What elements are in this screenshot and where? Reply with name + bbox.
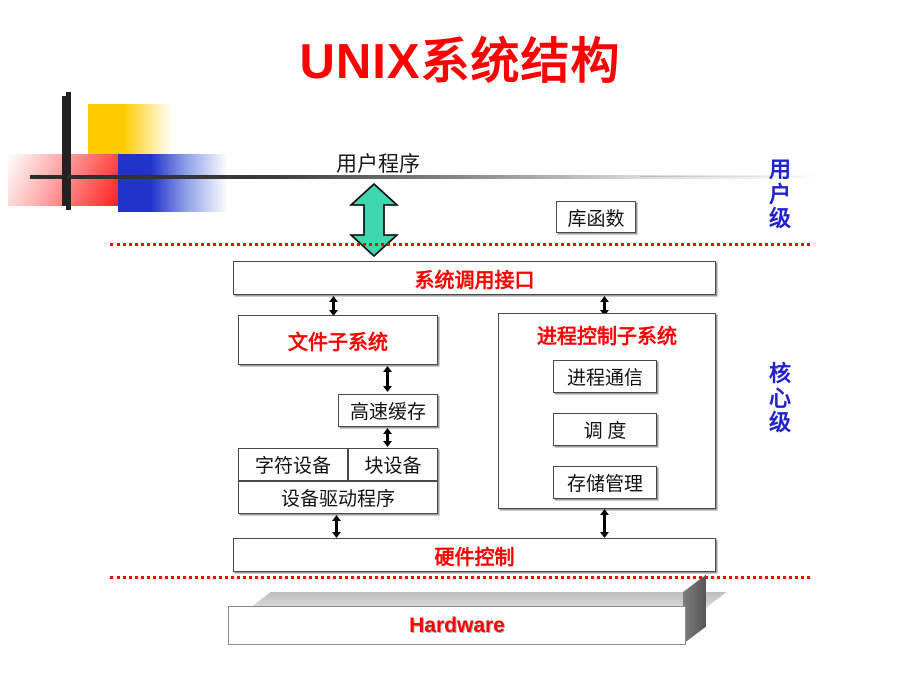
user-level-separator: [110, 243, 810, 246]
black-double-arrow-icon: [330, 515, 343, 538]
black-double-arrow-icon: [598, 509, 611, 538]
hardware-block: Hardware: [228, 574, 728, 648]
system-call-interface-box: 系统调用接口: [233, 261, 716, 295]
cache-box: 高速缓存: [338, 394, 438, 427]
file-subsystem-box: 文件子系统: [238, 315, 438, 365]
page-title: UNIX系统结构: [299, 35, 621, 89]
device-driver-box: 设备驱动程序: [238, 481, 438, 514]
slide-canvas: UNIX系统结构 用户程序 库函数 用 户 级 核 心 级 系统调用接口 文件子…: [0, 0, 920, 690]
hardware-control-box: 硬件控制: [233, 538, 716, 572]
kernel-level-char-2: 心: [768, 385, 791, 411]
scheduling-box: 调 度: [553, 413, 657, 446]
user-level-char-3: 级: [768, 206, 791, 232]
hardware-block-front-face: Hardware: [228, 606, 686, 645]
memory-management-box: 存储管理: [553, 466, 657, 499]
kernel-level-char-1: 核: [768, 361, 791, 386]
kernel-level-char-3: 级: [768, 410, 791, 436]
library-functions-box: 库函数: [556, 201, 636, 233]
kernel-level-label: 核 心 级: [765, 361, 795, 436]
header-rule-tick: [62, 96, 67, 206]
hardware-label: Hardware: [409, 613, 505, 637]
process-communication-box: 进程通信: [553, 360, 657, 393]
header-rule-tail: [640, 176, 825, 177]
user-level-label: 用 户 级: [765, 157, 795, 232]
deco-blue-square: [118, 154, 228, 212]
decorative-color-blocks-icon: [8, 92, 228, 212]
user-level-char-2: 户: [768, 181, 791, 207]
black-double-arrow-icon: [381, 366, 394, 392]
black-double-arrow-icon: [327, 296, 340, 316]
block-device-box: 块设备: [348, 448, 438, 481]
user-program-label: 用户程序: [336, 152, 420, 176]
black-double-arrow-icon: [381, 428, 394, 447]
character-device-box: 字符设备: [238, 448, 348, 481]
process-control-subsystem-title: 进程控制子系统: [537, 326, 677, 348]
user-level-char-1: 用: [768, 157, 791, 182]
hardware-block-side-face: [683, 574, 706, 644]
